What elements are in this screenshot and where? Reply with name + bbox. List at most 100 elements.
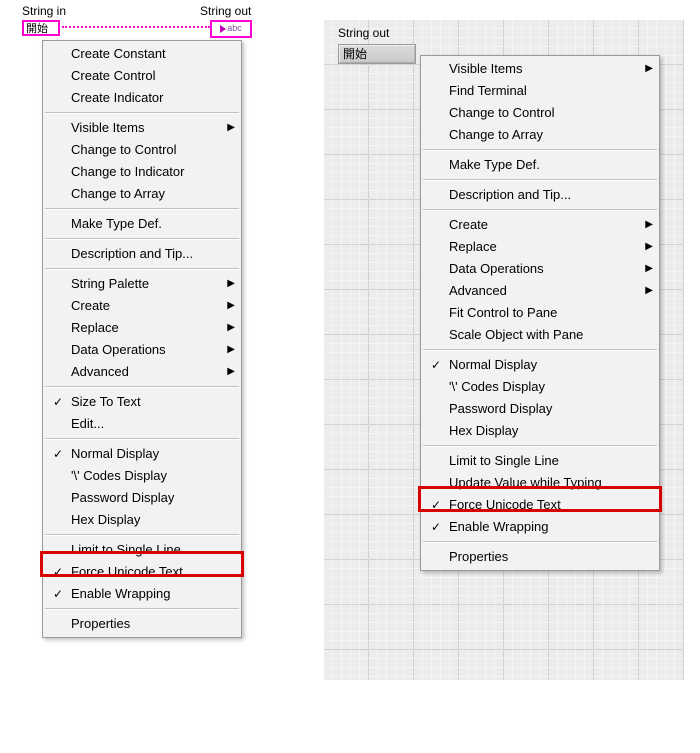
- menu-item-label: Force Unicode Text: [449, 497, 561, 512]
- menu-item[interactable]: Create Constant: [43, 43, 241, 65]
- menu-separator: [45, 608, 239, 610]
- string-in-label: String in: [22, 4, 66, 18]
- menu-item[interactable]: ✓Enable Wrapping: [43, 583, 241, 605]
- menu-item-label: Create Control: [71, 68, 156, 83]
- menu-item[interactable]: Properties: [43, 613, 241, 635]
- checkmark-icon: ✓: [51, 391, 65, 413]
- menu-item-label: Enable Wrapping: [449, 519, 549, 534]
- submenu-arrow-icon: ▶: [227, 295, 235, 317]
- menu-item-label: Normal Display: [449, 357, 537, 372]
- menu-item[interactable]: ✓ Enable Wrapping: [421, 516, 659, 538]
- menu-item-label: Edit...: [71, 416, 104, 431]
- menu-item[interactable]: Description and Tip...: [43, 243, 241, 265]
- string-indicator-terminal[interactable]: abc: [210, 20, 252, 38]
- menu-item[interactable]: Change to Control: [421, 102, 659, 124]
- submenu-arrow-icon: ▶: [645, 58, 653, 80]
- menu-item[interactable]: Hex Display: [421, 420, 659, 442]
- menu-item-label: Change to Indicator: [71, 164, 184, 179]
- menu-item[interactable]: Advanced ▶: [421, 280, 659, 302]
- menu-item-label: Force Unicode Text: [71, 564, 183, 579]
- string-constant[interactable]: 開始: [22, 20, 60, 36]
- menu-item-label: Change to Control: [71, 142, 177, 157]
- menu-item[interactable]: Fit Control to Pane: [421, 302, 659, 324]
- menu-item[interactable]: Change to Array: [421, 124, 659, 146]
- menu-item[interactable]: Edit...: [43, 413, 241, 435]
- menu-item-label: Advanced: [71, 364, 129, 379]
- menu-separator: [45, 534, 239, 536]
- menu-separator: [423, 445, 657, 447]
- fp-string-indicator[interactable]: 開始: [338, 44, 416, 64]
- menu-item-label: Description and Tip...: [71, 246, 193, 261]
- menu-item[interactable]: Create Indicator: [43, 87, 241, 109]
- menu-item-label: Change to Control: [449, 105, 555, 120]
- menu-separator: [45, 438, 239, 440]
- menu-item[interactable]: Password Display: [43, 487, 241, 509]
- submenu-arrow-icon: ▶: [645, 280, 653, 302]
- checkmark-icon: ✓: [429, 494, 443, 516]
- menu-item[interactable]: ✓Normal Display: [421, 354, 659, 376]
- menu-item[interactable]: Change to Indicator: [43, 161, 241, 183]
- menu-item[interactable]: Scale Object with Pane: [421, 324, 659, 346]
- menu-item[interactable]: Data Operations▶: [421, 258, 659, 280]
- submenu-arrow-icon: ▶: [227, 339, 235, 361]
- menu-item[interactable]: Make Type Def.: [43, 213, 241, 235]
- menu-item[interactable]: ✓Normal Display: [43, 443, 241, 465]
- menu-item-label: Advanced: [449, 283, 507, 298]
- menu-item-label: Visible Items: [449, 61, 522, 76]
- menu-item-label: Properties: [449, 549, 508, 564]
- menu-separator: [45, 386, 239, 388]
- menu-item[interactable]: String Palette ▶: [43, 273, 241, 295]
- menu-item[interactable]: Properties: [421, 546, 659, 568]
- menu-separator: [45, 112, 239, 114]
- menu-item[interactable]: Create Control: [43, 65, 241, 87]
- submenu-arrow-icon: ▶: [645, 214, 653, 236]
- menu-separator: [45, 238, 239, 240]
- menu-item[interactable]: Update Value while Typing: [421, 472, 659, 494]
- menu-item-label: Change to Array: [71, 186, 165, 201]
- submenu-arrow-icon: ▶: [645, 236, 653, 258]
- menu-item-label: Password Display: [449, 401, 552, 416]
- menu-item-label: String Palette: [71, 276, 149, 291]
- menu-item-label: '\' Codes Display: [449, 379, 545, 394]
- menu-item[interactable]: Make Type Def.: [421, 154, 659, 176]
- menu-item-label: Hex Display: [71, 512, 140, 527]
- menu-item-label: Create Indicator: [71, 90, 164, 105]
- menu-item[interactable]: Change to Control: [43, 139, 241, 161]
- submenu-arrow-icon: ▶: [227, 117, 235, 139]
- menu-item-label: Change to Array: [449, 127, 543, 142]
- checkmark-icon: ✓: [429, 516, 443, 538]
- menu-item[interactable]: '\' Codes Display: [421, 376, 659, 398]
- menu-separator: [45, 208, 239, 210]
- menu-item[interactable]: ✓ Force Unicode Text: [421, 494, 659, 516]
- menu-item[interactable]: Visible Items▶: [43, 117, 241, 139]
- menu-item-label: Size To Text: [71, 394, 141, 409]
- menu-item[interactable]: Advanced▶: [43, 361, 241, 383]
- menu-item[interactable]: Create ▶: [43, 295, 241, 317]
- menu-item-label: Data Operations: [449, 261, 544, 276]
- menu-item[interactable]: Visible Items ▶: [421, 58, 659, 80]
- menu-item-label: Create: [71, 298, 110, 313]
- menu-item[interactable]: Limit to Single Line: [43, 539, 241, 561]
- menu-item-label: Update Value while Typing: [449, 475, 602, 490]
- menu-item[interactable]: Replace▶: [421, 236, 659, 258]
- menu-item[interactable]: Hex Display: [43, 509, 241, 531]
- menu-item[interactable]: Replace▶: [43, 317, 241, 339]
- menu-item[interactable]: '\' Codes Display: [43, 465, 241, 487]
- menu-item[interactable]: Create ▶: [421, 214, 659, 236]
- menu-item[interactable]: ✓ Force Unicode Text: [43, 561, 241, 583]
- string-out-label: String out: [200, 4, 251, 18]
- menu-item[interactable]: Data Operations▶: [43, 339, 241, 361]
- menu-item[interactable]: Change to Array: [43, 183, 241, 205]
- menu-item-label: Password Display: [71, 490, 174, 505]
- checkmark-icon: ✓: [51, 561, 65, 583]
- menu-item-label: Create: [449, 217, 488, 232]
- menu-separator: [45, 268, 239, 270]
- menu-item[interactable]: Description and Tip...: [421, 184, 659, 206]
- menu-item[interactable]: Password Display: [421, 398, 659, 420]
- menu-item[interactable]: Limit to Single Line: [421, 450, 659, 472]
- submenu-arrow-icon: ▶: [227, 273, 235, 295]
- menu-item-label: Normal Display: [71, 446, 159, 461]
- menu-item-label: Create Constant: [71, 46, 166, 61]
- menu-item[interactable]: Find Terminal: [421, 80, 659, 102]
- menu-item[interactable]: ✓ Size To Text: [43, 391, 241, 413]
